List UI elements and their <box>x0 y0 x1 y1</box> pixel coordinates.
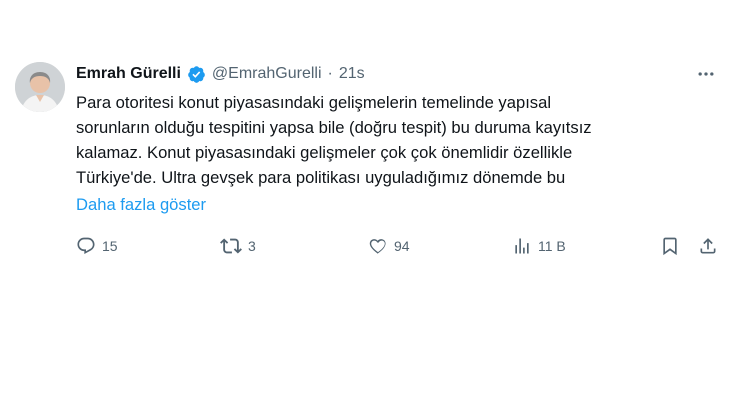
retweet-icon <box>220 235 242 257</box>
tweet-text-line: kalamaz. Konut piyasasındaki gelişmeler … <box>76 143 573 162</box>
avatar[interactable] <box>15 62 65 112</box>
bookmark-icon <box>660 236 680 256</box>
retweet-button[interactable]: 3 <box>220 234 256 258</box>
separator-dot: · <box>327 65 333 82</box>
tweet-text: Para otoritesi konut piyasasındaki geliş… <box>76 90 716 190</box>
tweet-text-line: sorunların olduğu tespitini yapsa bile (… <box>76 118 592 137</box>
reply-button[interactable]: 15 <box>76 234 118 258</box>
share-button[interactable] <box>698 234 718 258</box>
verified-badge-icon <box>187 65 206 84</box>
reply-icon <box>76 236 96 256</box>
bookmark-button[interactable] <box>660 234 680 258</box>
like-icon <box>368 236 388 256</box>
action-bar: 15 3 94 11 B <box>72 234 722 258</box>
views-button[interactable]: 11 B <box>512 234 566 258</box>
tweet-text-line: Türkiye'de. Ultra gevşek para politikası… <box>76 168 566 187</box>
retweet-count: 3 <box>248 238 256 254</box>
views-icon <box>512 236 532 256</box>
author-name[interactable]: Emrah Gürelli <box>76 64 181 84</box>
reply-count: 15 <box>102 238 118 254</box>
timestamp[interactable]: 21s <box>339 64 365 84</box>
view-count: 11 B <box>538 238 566 254</box>
like-button[interactable]: 94 <box>368 234 410 258</box>
like-count: 94 <box>394 238 410 254</box>
share-icon <box>698 236 718 256</box>
more-icon[interactable] <box>696 64 716 84</box>
tweet: Emrah Gürelli @EmrahGurelli · 21s Para o… <box>0 0 730 420</box>
tweet-header: Emrah Gürelli @EmrahGurelli · 21s <box>76 64 365 84</box>
tweet-text-line: Para otoritesi konut piyasasındaki geliş… <box>76 93 552 112</box>
show-more-link[interactable]: Daha fazla göster <box>76 192 206 217</box>
author-handle[interactable]: @EmrahGurelli <box>212 64 322 84</box>
